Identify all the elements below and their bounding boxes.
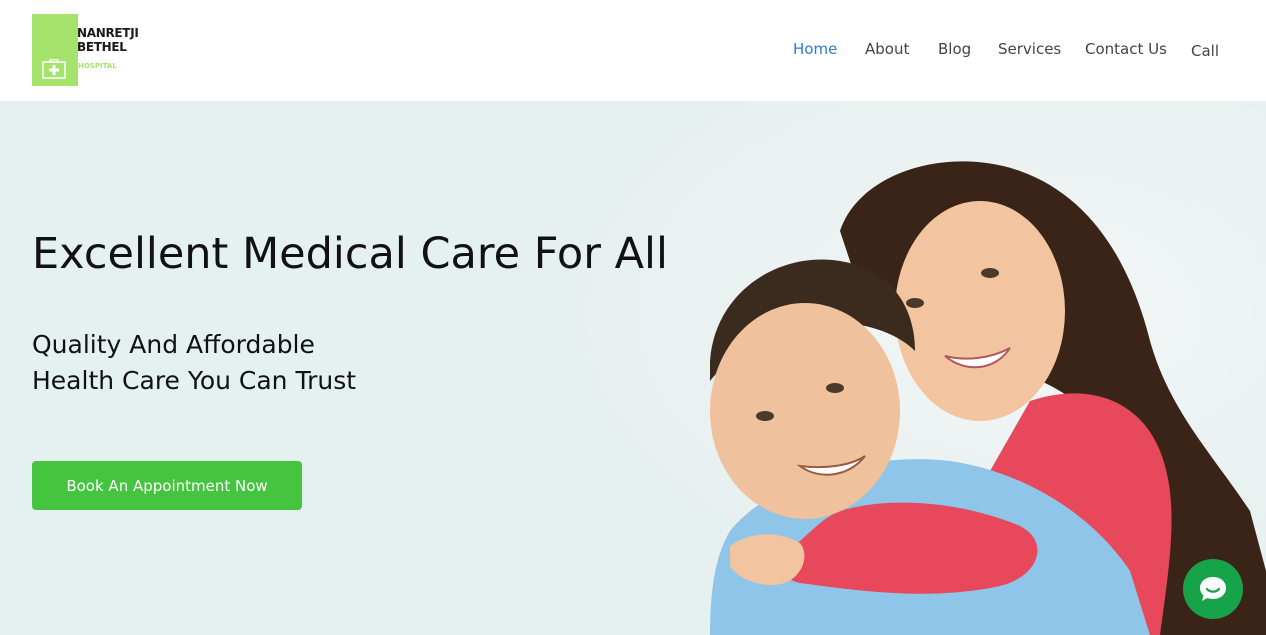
nav-home[interactable]: Home xyxy=(793,40,837,58)
nav-services[interactable]: Services xyxy=(998,40,1061,58)
smiling-couple-photo xyxy=(710,161,1266,635)
nav-call[interactable]: Call xyxy=(1191,42,1219,60)
nav-about[interactable]: About xyxy=(865,40,909,58)
hero-section: Excellent Medical Care For All Quality A… xyxy=(0,101,1266,635)
logo-name-line1: NANRETJI xyxy=(77,26,139,40)
hero-subtitle-line1: Quality And Affordable xyxy=(32,330,315,359)
chat-bubble-icon xyxy=(1200,577,1226,601)
main-nav: Home About Blog Services Contact Us Call xyxy=(0,40,1266,64)
hero-title: Excellent Medical Care For All xyxy=(32,229,668,279)
site-header: NANRETJI BETHEL HOSPITAL Home About Blog… xyxy=(0,0,1266,101)
hero-subtitle-line2: Health Care You Can Trust xyxy=(32,366,357,395)
nav-blog[interactable]: Blog xyxy=(938,40,971,58)
page: NANRETJI BETHEL HOSPITAL Home About Blog… xyxy=(0,0,1266,635)
book-appointment-button[interactable]: Book An Appointment Now xyxy=(32,461,302,510)
chat-widget-button[interactable] xyxy=(1183,559,1243,619)
nav-contact-us[interactable]: Contact Us xyxy=(1085,40,1167,58)
